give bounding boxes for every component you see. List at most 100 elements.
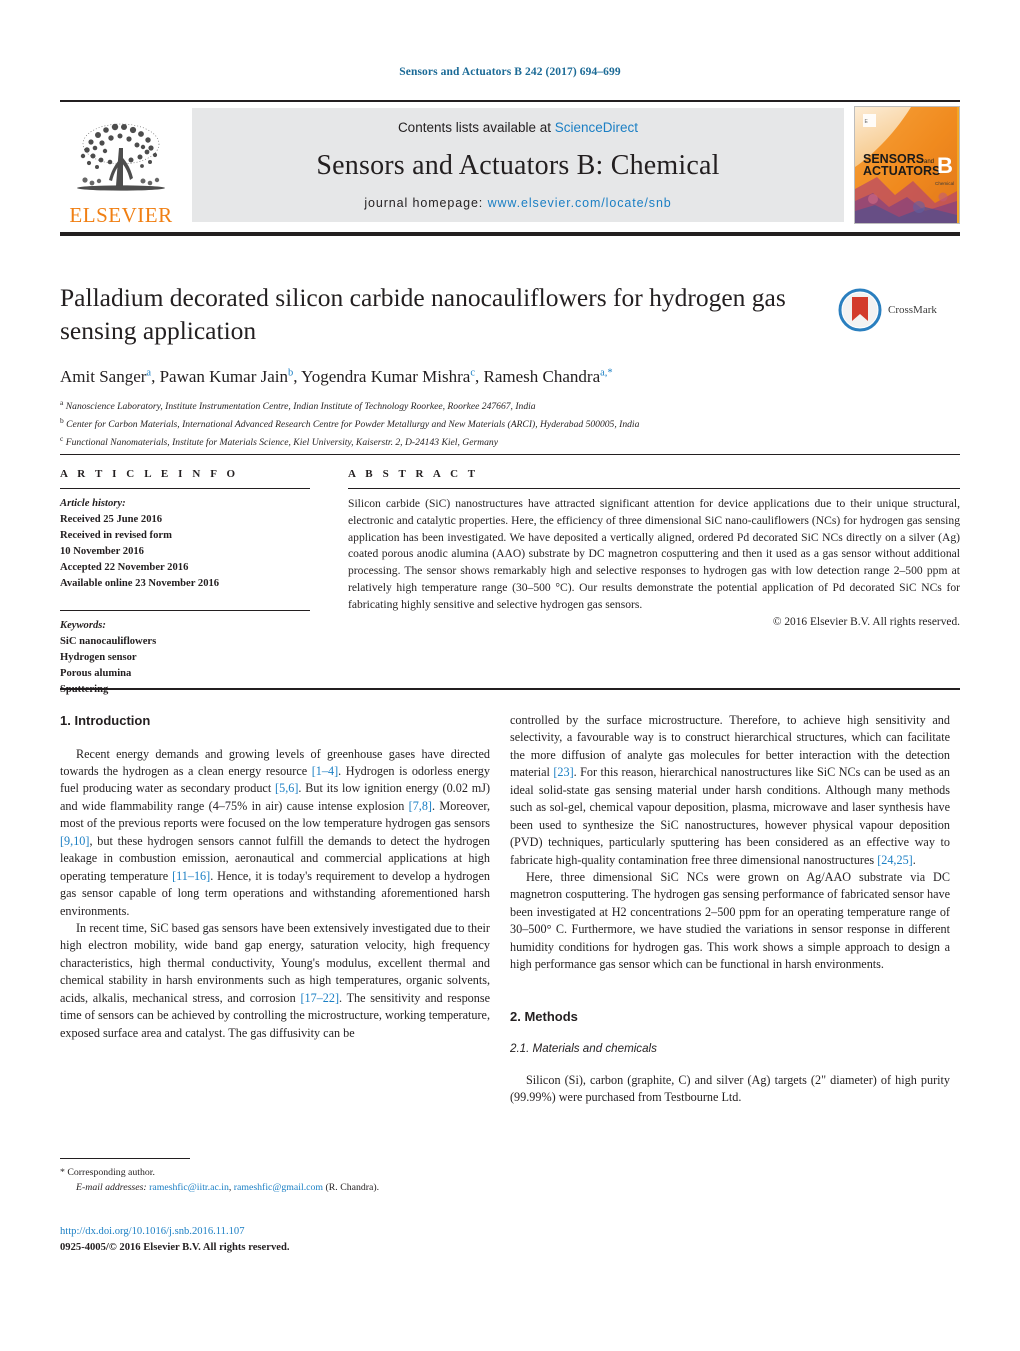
journal-homepage-link[interactable]: www.elsevier.com/locate/snb [488, 196, 672, 210]
intro-paragraph-3: Here, three dimensional SiC NCs were gro… [510, 869, 950, 972]
article-info-heading: A R T I C L E I N F O [60, 468, 239, 480]
keywords-group: Keywords: SiC nanocauliflowers Hydrogen … [60, 618, 310, 698]
author-affiliation-mark: c [470, 367, 475, 379]
author-entry: Pawan Kumar Jainb [160, 367, 294, 386]
citation-ref[interactable]: [7,8] [409, 799, 432, 813]
corresponding-label: Corresponding author. [67, 1167, 155, 1178]
citation-ref[interactable]: [24,25] [877, 853, 913, 867]
affiliation-mark: a [60, 398, 64, 408]
body-column-left: 1. Introduction Recent energy demands an… [60, 712, 490, 1042]
author-entry: Yogendra Kumar Mishrac [301, 367, 475, 386]
journal-homepage-line: journal homepage: www.elsevier.com/locat… [364, 196, 671, 210]
affiliation-text: Functional Nanomaterials, Institute for … [65, 436, 498, 448]
article-history-item: 10 November 2016 [60, 546, 144, 558]
journal-title: Sensors and Actuators B: Chemical [316, 149, 720, 181]
section-heading-methods: 2. Methods [510, 1008, 578, 1024]
article-history-group: Article history: Received 25 June 2016 R… [60, 496, 310, 593]
intro-paragraph-2-cont: controlled by the surface microstructure… [510, 712, 950, 869]
elsevier-tree-icon [77, 123, 165, 191]
body-column-right: controlled by the surface microstructure… [510, 712, 950, 1107]
elsevier-wordmark: ELSEVIER [69, 203, 173, 227]
article-history-item: Received 25 June 2016 [60, 514, 163, 526]
email-note: E-mail addresses: rameshfic@iitr.ac.in, … [60, 1181, 490, 1196]
abstract-copyright: © 2016 Elsevier B.V. All rights reserved… [772, 615, 960, 628]
keyword-item: Sputtering [60, 683, 109, 695]
contents-prefix: Contents lists available at [397, 120, 555, 135]
elsevier-logo: ELSEVIER [60, 102, 182, 228]
page-title: Palladium decorated silicon carbide nano… [60, 283, 786, 345]
crossmark-badge[interactable]: CrossMark [838, 284, 958, 336]
journal-cover-art: E SENSORS and ACTUATORS B Chemical [855, 107, 957, 223]
article-history-item: Accepted 22 November 2016 [60, 562, 189, 574]
citation-ref[interactable]: [9,10] [60, 834, 89, 848]
abstract-rule [348, 488, 960, 489]
svg-text:Chemical: Chemical [935, 181, 954, 186]
author-entry: Amit Sangera [60, 367, 151, 386]
subsection-heading-materials: 2.1. Materials and chemicals [510, 1042, 657, 1056]
article-history-item: Available online 23 November 2016 [60, 578, 220, 590]
corresponding-author-note: * Corresponding author. [60, 1166, 490, 1181]
footnote-rule [60, 1158, 190, 1159]
abstract-text: Silicon carbide (SiC) nanostructures hav… [348, 497, 960, 611]
citation-ref[interactable]: [23] [553, 765, 573, 779]
author-name: Pawan Kumar Jain [159, 367, 288, 387]
article-info-panel: A R T I C L E I N F O Article history: R… [60, 468, 310, 698]
intro-paragraph-1: Recent energy demands and growing levels… [60, 746, 490, 920]
author-entry: Ramesh Chandraa,* [484, 367, 613, 386]
crossmark-icon [838, 288, 882, 332]
email-label: E-mail addresses: [76, 1181, 147, 1193]
title-block: Palladium decorated silicon carbide nano… [60, 282, 820, 451]
article-history-item: Received in revised form [60, 530, 172, 542]
homepage-prefix: journal homepage: [364, 196, 488, 210]
citation-ref[interactable]: [17–22] [300, 991, 339, 1005]
keywords-label: Keywords: [60, 619, 106, 631]
affiliation-item: c Functional Nanomaterials, Institute fo… [60, 433, 820, 451]
email-link-1[interactable]: rameshfic@iitr.ac.in [149, 1182, 229, 1193]
article-info-rule [60, 488, 310, 489]
journal-cover-thumbnail[interactable]: E SENSORS and ACTUATORS B Chemical [854, 106, 960, 224]
author-name: Yogendra Kumar Mishra [301, 367, 471, 387]
citation-ref[interactable]: [1–4] [312, 764, 338, 778]
citation-ref[interactable]: [5,6] [275, 781, 298, 795]
intro-text: . [912, 852, 916, 867]
keywords-rule [60, 609, 310, 611]
author-list: Amit Sangera, Pawan Kumar Jainb, Yogendr… [60, 367, 613, 387]
author-name: Amit Sanger [60, 367, 147, 387]
keyword-item: Porous alumina [60, 667, 132, 679]
info-top-rule [60, 454, 960, 455]
affiliation-item: b Center for Carbon Materials, Internati… [60, 415, 820, 433]
affiliation-text: Center for Carbon Materials, Internation… [66, 419, 640, 431]
svg-text:B: B [937, 153, 953, 178]
article-history-label: Article history: [60, 498, 126, 509]
svg-text:ACTUATORS: ACTUATORS [863, 164, 940, 178]
email-suffix: (R. Chandra). [323, 1181, 380, 1193]
corresponding-marker: * [60, 1167, 65, 1178]
doi-link[interactable]: http://dx.doi.org/10.1016/j.snb.2016.11.… [60, 1224, 540, 1240]
intro-text: . For this reason, hierarchical nanostru… [510, 765, 950, 867]
doi-block: http://dx.doi.org/10.1016/j.snb.2016.11.… [60, 1224, 540, 1256]
author-affiliation-mark: a [146, 367, 152, 379]
footnote-block: * Corresponding author. E-mail addresses… [60, 1158, 490, 1195]
section-heading-introduction: 1. Introduction [60, 713, 151, 728]
sciencedirect-link[interactable]: ScienceDirect [555, 120, 638, 135]
journal-masthead: ELSEVIER Contents lists available at Sci… [60, 100, 960, 236]
contents-line: Contents lists available at ScienceDirec… [398, 120, 638, 135]
affiliation-mark: c [60, 433, 64, 443]
journal-article-page: Sensors and Actuators B 242 (2017) 694–6… [0, 0, 1020, 1351]
keyword-item: SiC nanocauliflowers [60, 635, 157, 647]
keyword-item: Hydrogen sensor [60, 651, 137, 663]
email-link-2[interactable]: rameshfic@gmail.com [234, 1182, 323, 1193]
abstract-panel: A B S T R A C T Silicon carbide (SiC) na… [348, 468, 960, 628]
author-affiliation-mark: a,* [600, 367, 613, 379]
intro-paragraph-2: In recent time, SiC based gas sensors ha… [60, 920, 490, 1042]
running-head: Sensors and Actuators B 242 (2017) 694–6… [399, 66, 621, 78]
author-name: Ramesh Chandra [483, 367, 601, 387]
issn-copyright-line: 0925-4005/© 2016 Elsevier B.V. All right… [60, 1241, 290, 1253]
affiliation-text: Nanoscience Laboratory, Institute Instru… [65, 401, 536, 413]
affiliation-item: a Nanoscience Laboratory, Institute Inst… [60, 397, 820, 415]
citation-ref[interactable]: [11–16] [172, 869, 210, 883]
affiliation-mark: b [60, 416, 64, 426]
affiliation-list: a Nanoscience Laboratory, Institute Inst… [60, 397, 820, 450]
crossmark-label: CrossMark [888, 304, 937, 316]
